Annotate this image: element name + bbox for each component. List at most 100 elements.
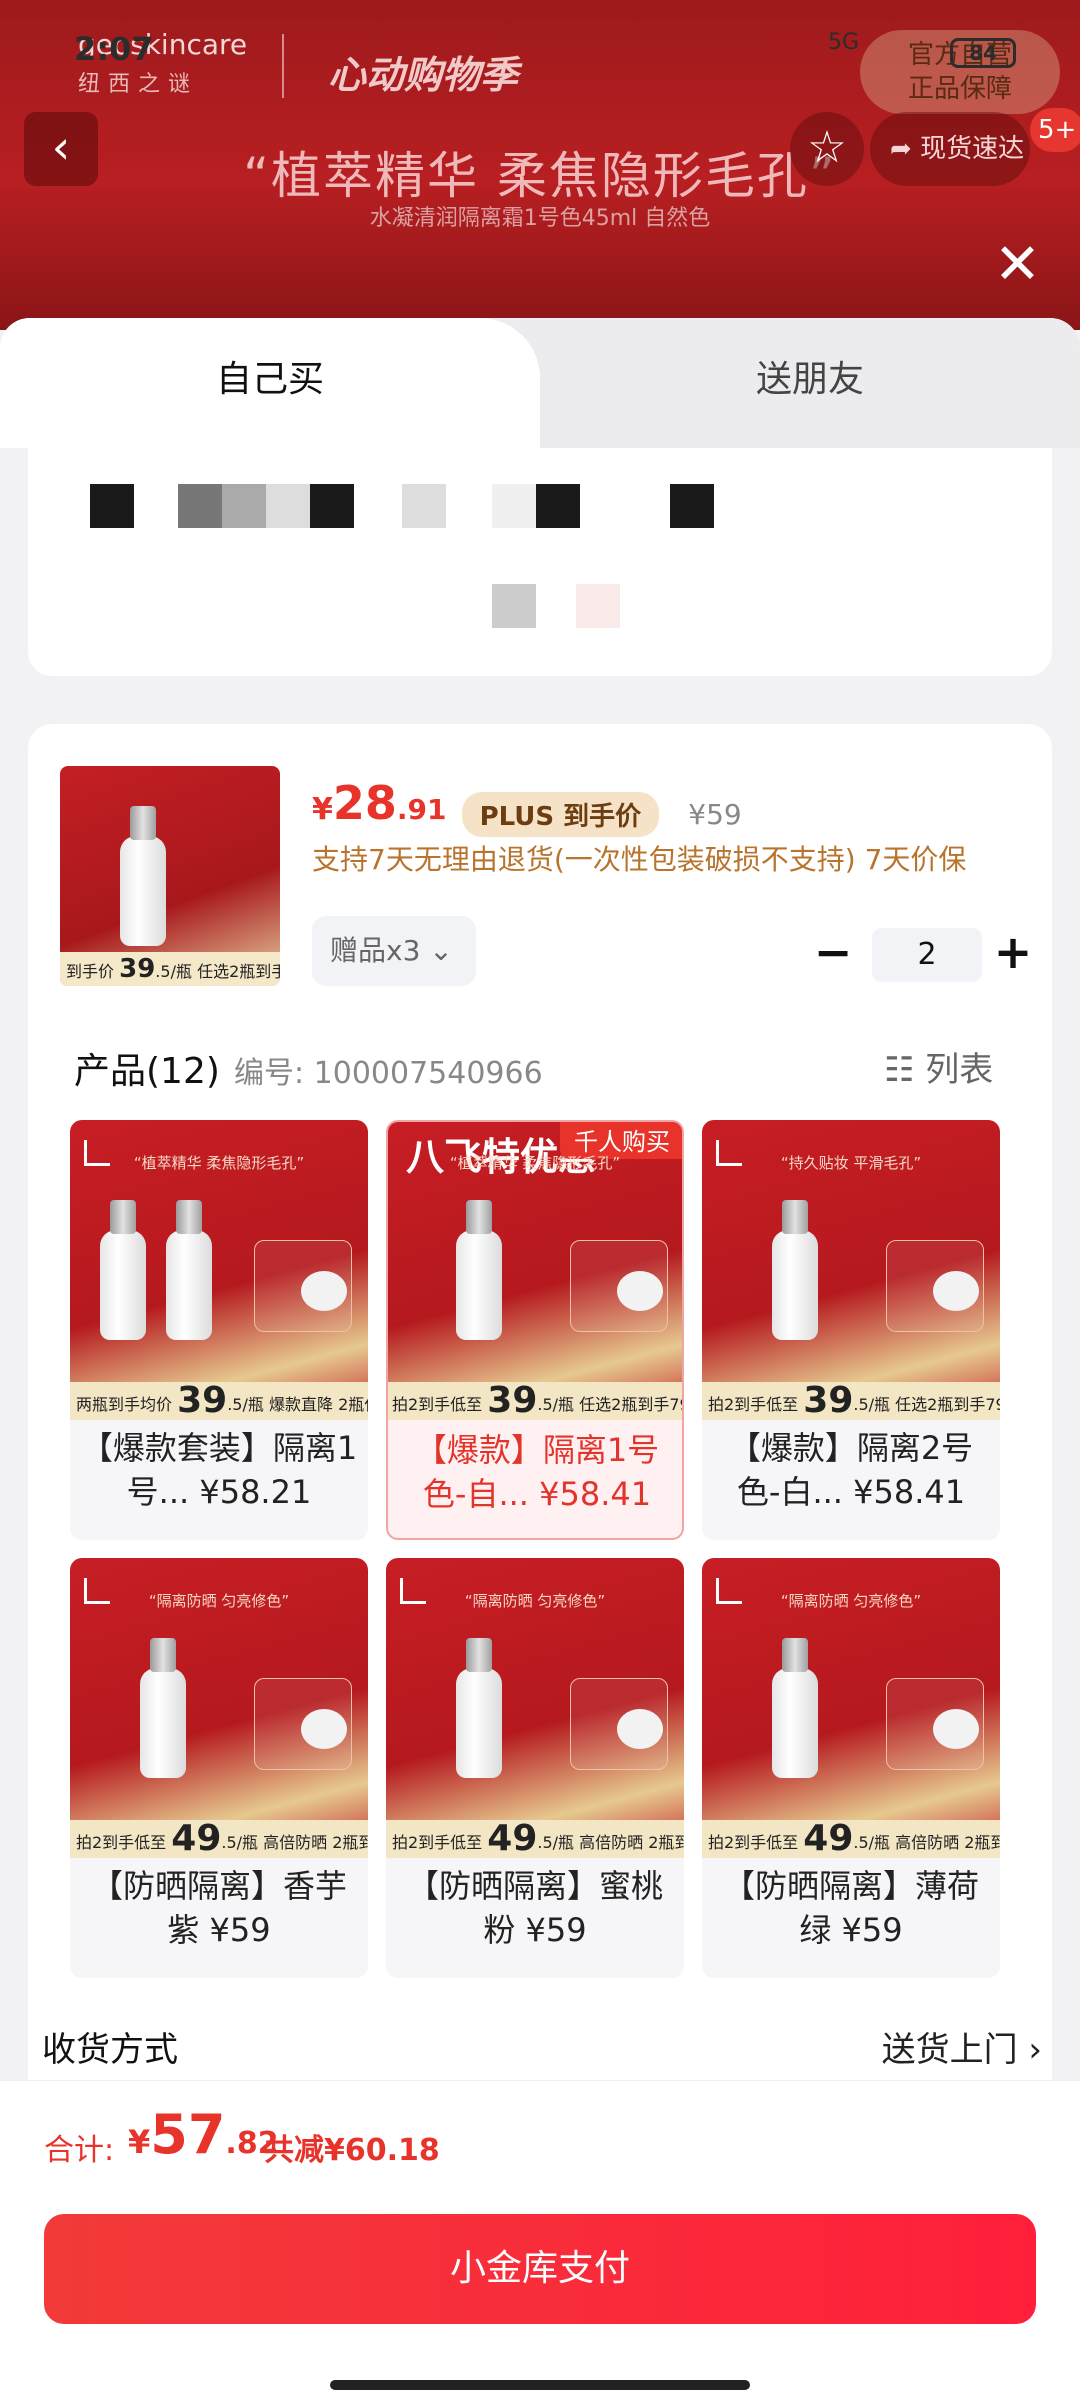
bottle-image	[120, 806, 166, 946]
gift-dropdown[interactable]: 赠品x3 ⌄	[312, 916, 476, 986]
quantity-value[interactable]: 2	[872, 928, 982, 982]
purchase-mode-tabs: 自己买 送朋友	[0, 318, 1080, 448]
variant-name: 【防晒隔离】香芋紫 ¥59	[90, 1867, 347, 1949]
variant-tile[interactable]: “持久贴妆 平滑毛孔” 拍2到手低至 39.5/瓶 任选2瓶到手79元 【爆款】…	[702, 1120, 1000, 1540]
bar-price: 49	[803, 1820, 854, 1858]
variant-tagline: “隔离防晒 匀亮修色”	[780, 1592, 922, 1610]
increase-quantity-button[interactable]: +	[988, 924, 1038, 986]
status-bar: 2:07 5G 84	[0, 0, 1080, 70]
back-button[interactable]: ‹	[24, 112, 98, 186]
gift-box-image	[886, 1678, 984, 1770]
guarantee-line-2: 正品保障	[907, 74, 1012, 104]
gift-box-image	[254, 1678, 352, 1770]
bar-price: 39	[177, 1382, 228, 1420]
redaction-block	[536, 484, 580, 528]
bar-unit: /瓶	[868, 1395, 891, 1414]
close-icon: ✕	[994, 232, 1041, 297]
thumbnail-price: 39	[119, 954, 156, 984]
variant-image: “隔离防晒 匀亮修色” 拍2到手低至 49.5/瓶 高倍防晒 2瓶到手99元	[70, 1558, 368, 1858]
variant-tile[interactable]: “隔离防晒 匀亮修色” 拍2到手低至 49.5/瓶 高倍防晒 2瓶到手99元 【…	[386, 1558, 684, 1978]
pay-button[interactable]: 小金库支付	[44, 2214, 1036, 2324]
close-sheet-button[interactable]: ✕	[994, 232, 1041, 297]
bar-promo: 高倍防晒 2瓶到手99元	[263, 1833, 368, 1852]
variant-price-bar: 拍2到手低至 49.5/瓶 高倍防晒 2瓶到手99元	[386, 1820, 684, 1858]
variant-tile[interactable]: “隔离防晒 匀亮修色” 拍2到手低至 49.5/瓶 高倍防晒 2瓶到手99元 【…	[702, 1558, 1000, 1978]
bar-price-dec: .5	[221, 1833, 237, 1852]
bar-unit: /瓶	[552, 1833, 575, 1852]
pay-area: 小金库支付	[0, 2200, 1080, 2400]
bar-unit: /瓶	[236, 1833, 259, 1852]
total-label: 合计:	[44, 2133, 115, 2168]
bar-prefix: 两瓶到手均价	[76, 1395, 173, 1414]
variant-price-bar: 两瓶到手均价 39.5/瓶 爆款直降 2瓶仅需79元	[70, 1382, 368, 1420]
home-indicator[interactable]	[330, 2380, 750, 2390]
redaction-block	[492, 584, 536, 628]
total-savings: 共减¥60.18	[264, 2133, 440, 2168]
bar-price-dec: .5	[537, 1395, 553, 1414]
bar-promo: 高倍防晒 2瓶到手99元	[895, 1833, 1000, 1852]
tab-buy-for-self[interactable]: 自己买	[0, 318, 540, 448]
gift-box-image	[570, 1678, 668, 1770]
shipping-label: 收货方式	[42, 2030, 178, 2070]
variant-name: 【爆款套装】隔离1号... ¥58.21	[80, 1429, 358, 1511]
tab-gift-friend[interactable]: 送朋友	[540, 318, 1080, 448]
favorite-button[interactable]: ☆	[790, 112, 864, 186]
bar-price-dec: .5	[227, 1395, 243, 1414]
quantity-stepper: − 2 +	[788, 924, 1038, 986]
bar-price: 39	[487, 1382, 538, 1420]
total-symbol: ¥	[128, 2123, 151, 2161]
return-policy: 支持7天无理由退货(一次性包装破损不支持) 7天价保	[312, 843, 967, 876]
bar-unit: /瓶	[552, 1395, 575, 1414]
variant-image: “植萃精华 柔焦隐形毛孔” 两瓶到手均价 39.5/瓶 爆款直降 2瓶仅需79元	[70, 1120, 368, 1420]
thumbnail-promo: 任选2瓶到手79元	[197, 962, 280, 981]
status-time: 2:07	[74, 30, 154, 68]
bar-price-dec: .5	[853, 1833, 869, 1852]
bar-prefix: 拍2到手低至	[708, 1833, 799, 1852]
variant-tile[interactable]: “隔离防晒 匀亮修色” 拍2到手低至 49.5/瓶 高倍防晒 2瓶到手99元 【…	[70, 1558, 368, 1978]
decrease-quantity-button[interactable]: −	[808, 924, 858, 986]
gift-box-image	[570, 1240, 668, 1332]
variant-price-bar: 拍2到手低至 49.5/瓶 高倍防晒 2瓶到手99元	[70, 1820, 368, 1858]
list-view-toggle[interactable]: ☷ 列表	[884, 1042, 993, 1091]
plus-badge: PLUS 到手价	[461, 792, 660, 837]
share-icon: ➦	[890, 134, 912, 164]
gift-label: 赠品x3	[330, 934, 421, 967]
variant-tagline: “持久贴妆 平滑毛孔”	[780, 1154, 922, 1172]
redaction-block	[670, 484, 714, 528]
redaction-block	[492, 484, 536, 528]
variant-image: “隔离防晒 匀亮修色” 拍2到手低至 49.5/瓶 高倍防晒 2瓶到手99元	[386, 1558, 684, 1858]
redaction-block	[178, 484, 222, 528]
share-button[interactable]: ➦ 现货速达	[870, 112, 1030, 186]
star-icon: ☆	[807, 122, 847, 173]
bar-prefix: 拍2到手低至	[392, 1395, 483, 1414]
thumbnail-price-label: 到手价	[66, 962, 115, 981]
price-row: ¥28.91 PLUS 到手价 ¥59	[312, 776, 742, 837]
bar-price-dec: .5	[537, 1833, 553, 1852]
notification-badge: 5+	[1030, 108, 1080, 152]
network-indicator: 5G	[828, 30, 860, 55]
variant-tile-selected[interactable]: 八飞特优惠 千人购买 “植萃精华 柔焦隐形毛孔” 拍2到手低至 39.5/瓶 任…	[386, 1120, 684, 1540]
redaction-block	[222, 484, 266, 528]
redaction-block	[576, 584, 620, 628]
banner-subline: 水凝清润隔离霜1号色45ml 自然色	[369, 206, 711, 231]
price-dec: .91	[396, 793, 447, 826]
variant-name: 【爆款】隔离2号色-白... ¥58.41	[728, 1429, 974, 1511]
address-card-redacted[interactable]	[28, 448, 1052, 676]
bar-promo: 任选2瓶到手79元	[579, 1395, 682, 1414]
bar-promo: 高倍防晒 2瓶到手99元	[579, 1833, 684, 1852]
bottle-image	[456, 1638, 502, 1778]
list-icon: ☷	[884, 1050, 915, 1090]
thumbnail-price-unit: /瓶	[170, 962, 192, 981]
variant-tile[interactable]: “植萃精华 柔焦隐形毛孔” 两瓶到手均价 39.5/瓶 爆款直降 2瓶仅需79元…	[70, 1120, 368, 1540]
bar-prefix: 拍2到手低至	[76, 1833, 167, 1852]
total-bar: 合计: ¥57.82 共减¥60.18	[0, 2080, 1080, 2200]
gift-box-image	[886, 1240, 984, 1332]
bottle-image	[166, 1200, 212, 1340]
product-thumbnail[interactable]: 到手价 39.5/瓶 任选2瓶到手79元	[60, 766, 280, 986]
total-amount: ¥57.82	[128, 2103, 279, 2166]
bar-prefix: 拍2到手低至	[392, 1833, 483, 1852]
product-code: 编号: 100007540966	[234, 1056, 543, 1091]
redaction-block	[90, 484, 134, 528]
price-symbol: ¥	[312, 792, 333, 827]
variant-image: “隔离防晒 匀亮修色” 拍2到手低至 49.5/瓶 高倍防晒 2瓶到手99元	[702, 1558, 1000, 1858]
